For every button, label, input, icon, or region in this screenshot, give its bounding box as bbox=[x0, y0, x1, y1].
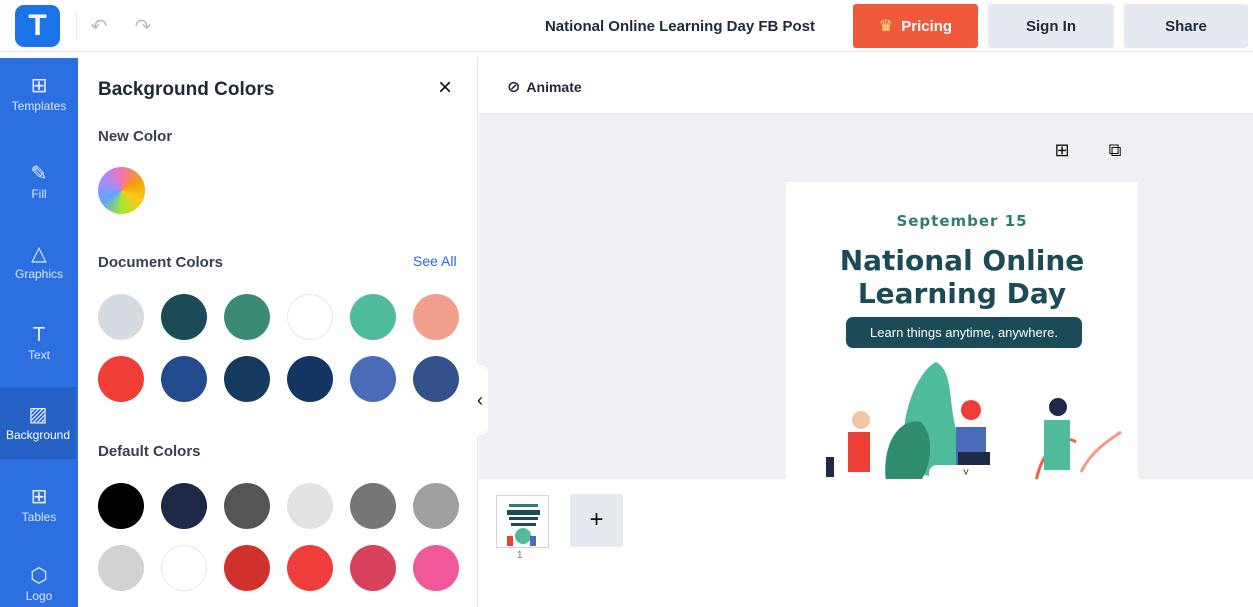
color-swatch[interactable] bbox=[287, 545, 333, 591]
color-swatch[interactable] bbox=[98, 294, 144, 340]
add-page-button[interactable]: + bbox=[570, 494, 623, 547]
color-swatch[interactable] bbox=[98, 356, 144, 402]
undo-icon[interactable]: ↶ bbox=[86, 13, 112, 39]
close-icon[interactable]: × bbox=[433, 76, 457, 100]
sidebar-item-tables[interactable]: ⊞ Tables bbox=[0, 469, 78, 541]
design-illustration[interactable] bbox=[786, 362, 1138, 479]
background-colors-panel: Background Colors × New Color Document C… bbox=[78, 58, 478, 607]
text-icon: T bbox=[32, 323, 46, 346]
shapes-icon: △ bbox=[31, 242, 47, 265]
collapse-panel-icon[interactable]: ‹ bbox=[472, 365, 488, 435]
document-title[interactable]: National Online Learning Day FB Post bbox=[520, 0, 840, 52]
design-date[interactable]: September 15 bbox=[786, 212, 1138, 230]
add-page-icon[interactable]: ⊞ bbox=[1052, 140, 1072, 160]
color-swatch[interactable] bbox=[350, 545, 396, 591]
share-button[interactable]: Share bbox=[1124, 4, 1248, 48]
new-color-heading: New Color bbox=[98, 128, 173, 145]
color-swatch[interactable] bbox=[350, 294, 396, 340]
color-swatch[interactable] bbox=[350, 483, 396, 529]
page-number: 1 bbox=[517, 550, 523, 561]
canvas-workspace: ⊞ ⧉ September 15 National Online Learnin… bbox=[479, 114, 1253, 479]
color-swatch[interactable] bbox=[350, 356, 396, 402]
table-icon: ⊞ bbox=[30, 485, 48, 508]
color-swatch[interactable] bbox=[161, 483, 207, 529]
sidebar-item-templates[interactable]: ⊞ Templates bbox=[0, 58, 78, 130]
animate-button[interactable]: ⊘ Animate bbox=[507, 77, 582, 97]
color-swatch[interactable] bbox=[224, 294, 270, 340]
sidebar-item-text[interactable]: T Text bbox=[0, 307, 78, 379]
page-strip: 1 + bbox=[479, 479, 1253, 607]
color-swatch[interactable] bbox=[161, 294, 207, 340]
sidebar-item-label: Templates bbox=[11, 98, 67, 113]
top-bar: T ↶ ↷ National Online Learning Day FB Po… bbox=[0, 0, 1253, 52]
sidebar-item-label: Fill bbox=[31, 186, 47, 201]
design-title-line1: National Online bbox=[839, 244, 1085, 277]
color-swatch[interactable] bbox=[161, 356, 207, 402]
background-icon: ▨ bbox=[28, 403, 48, 426]
sidebar-item-label: Graphics bbox=[14, 266, 64, 281]
page-thumbnail[interactable] bbox=[496, 495, 549, 548]
animate-label: Animate bbox=[526, 79, 582, 95]
design-title[interactable]: National Online Learning Day bbox=[786, 244, 1138, 310]
color-swatch[interactable] bbox=[161, 545, 207, 591]
new-color-picker[interactable] bbox=[98, 167, 145, 214]
design-tagline[interactable]: Learn things anytime, anywhere. bbox=[846, 317, 1082, 348]
app-logo[interactable]: T bbox=[15, 5, 60, 47]
duplicate-icon[interactable]: ⧉ bbox=[1105, 140, 1125, 160]
document-colors-heading: Document Colors bbox=[98, 254, 224, 271]
canvas-toolbar: ⊘ Animate bbox=[479, 58, 1253, 114]
templates-icon: ⊞ bbox=[30, 74, 48, 97]
toolbar-divider bbox=[76, 12, 77, 40]
sidebar-item-graphics[interactable]: △ Graphics bbox=[0, 226, 78, 298]
color-swatch[interactable] bbox=[413, 294, 459, 340]
design-canvas[interactable]: September 15 National Online Learning Da… bbox=[786, 182, 1138, 479]
color-swatch[interactable] bbox=[98, 545, 144, 591]
redo-icon[interactable]: ↷ bbox=[130, 13, 156, 39]
animate-icon: ⊘ bbox=[507, 79, 521, 96]
color-swatch[interactable] bbox=[224, 356, 270, 402]
sidebar-item-logo[interactable]: ⬡ Logo bbox=[0, 548, 78, 607]
color-swatch[interactable] bbox=[287, 483, 333, 529]
sidebar-item-fill[interactable]: ✎ Fill bbox=[0, 146, 78, 218]
color-swatch[interactable] bbox=[413, 483, 459, 529]
page-thumbnail-preview bbox=[497, 496, 548, 547]
color-swatch[interactable] bbox=[287, 294, 333, 340]
sign-in-button[interactable]: Sign In bbox=[988, 4, 1114, 48]
see-all-link[interactable]: See All bbox=[413, 253, 457, 269]
design-title-line2: Learning Day bbox=[857, 277, 1067, 310]
color-swatch[interactable] bbox=[287, 356, 333, 402]
sidebar-item-label: Logo bbox=[25, 588, 53, 603]
color-swatch[interactable] bbox=[224, 545, 270, 591]
pricing-button[interactable]: ♛ Pricing bbox=[853, 4, 978, 48]
sidebar-item-label: Tables bbox=[21, 509, 57, 524]
sidebar-item-label: Text bbox=[27, 347, 50, 362]
color-swatch[interactable] bbox=[413, 356, 459, 402]
color-swatch[interactable] bbox=[98, 483, 144, 529]
logo-icon: ⬡ bbox=[30, 564, 48, 587]
color-swatch[interactable] bbox=[224, 483, 270, 529]
sidebar-item-background[interactable]: ▨ Background bbox=[0, 387, 76, 459]
sidebar-item-label: Background bbox=[5, 427, 71, 442]
pricing-label: Pricing bbox=[901, 17, 953, 35]
pencil-icon: ✎ bbox=[30, 162, 48, 185]
default-colors-heading: Default Colors bbox=[98, 443, 201, 460]
left-navigation: ⊞ Templates ✎ Fill △ Graphics T Text ▨ B… bbox=[0, 58, 78, 607]
crown-icon: ♛ bbox=[878, 18, 894, 35]
color-swatch[interactable] bbox=[413, 545, 459, 591]
panel-title: Background Colors bbox=[98, 79, 275, 100]
